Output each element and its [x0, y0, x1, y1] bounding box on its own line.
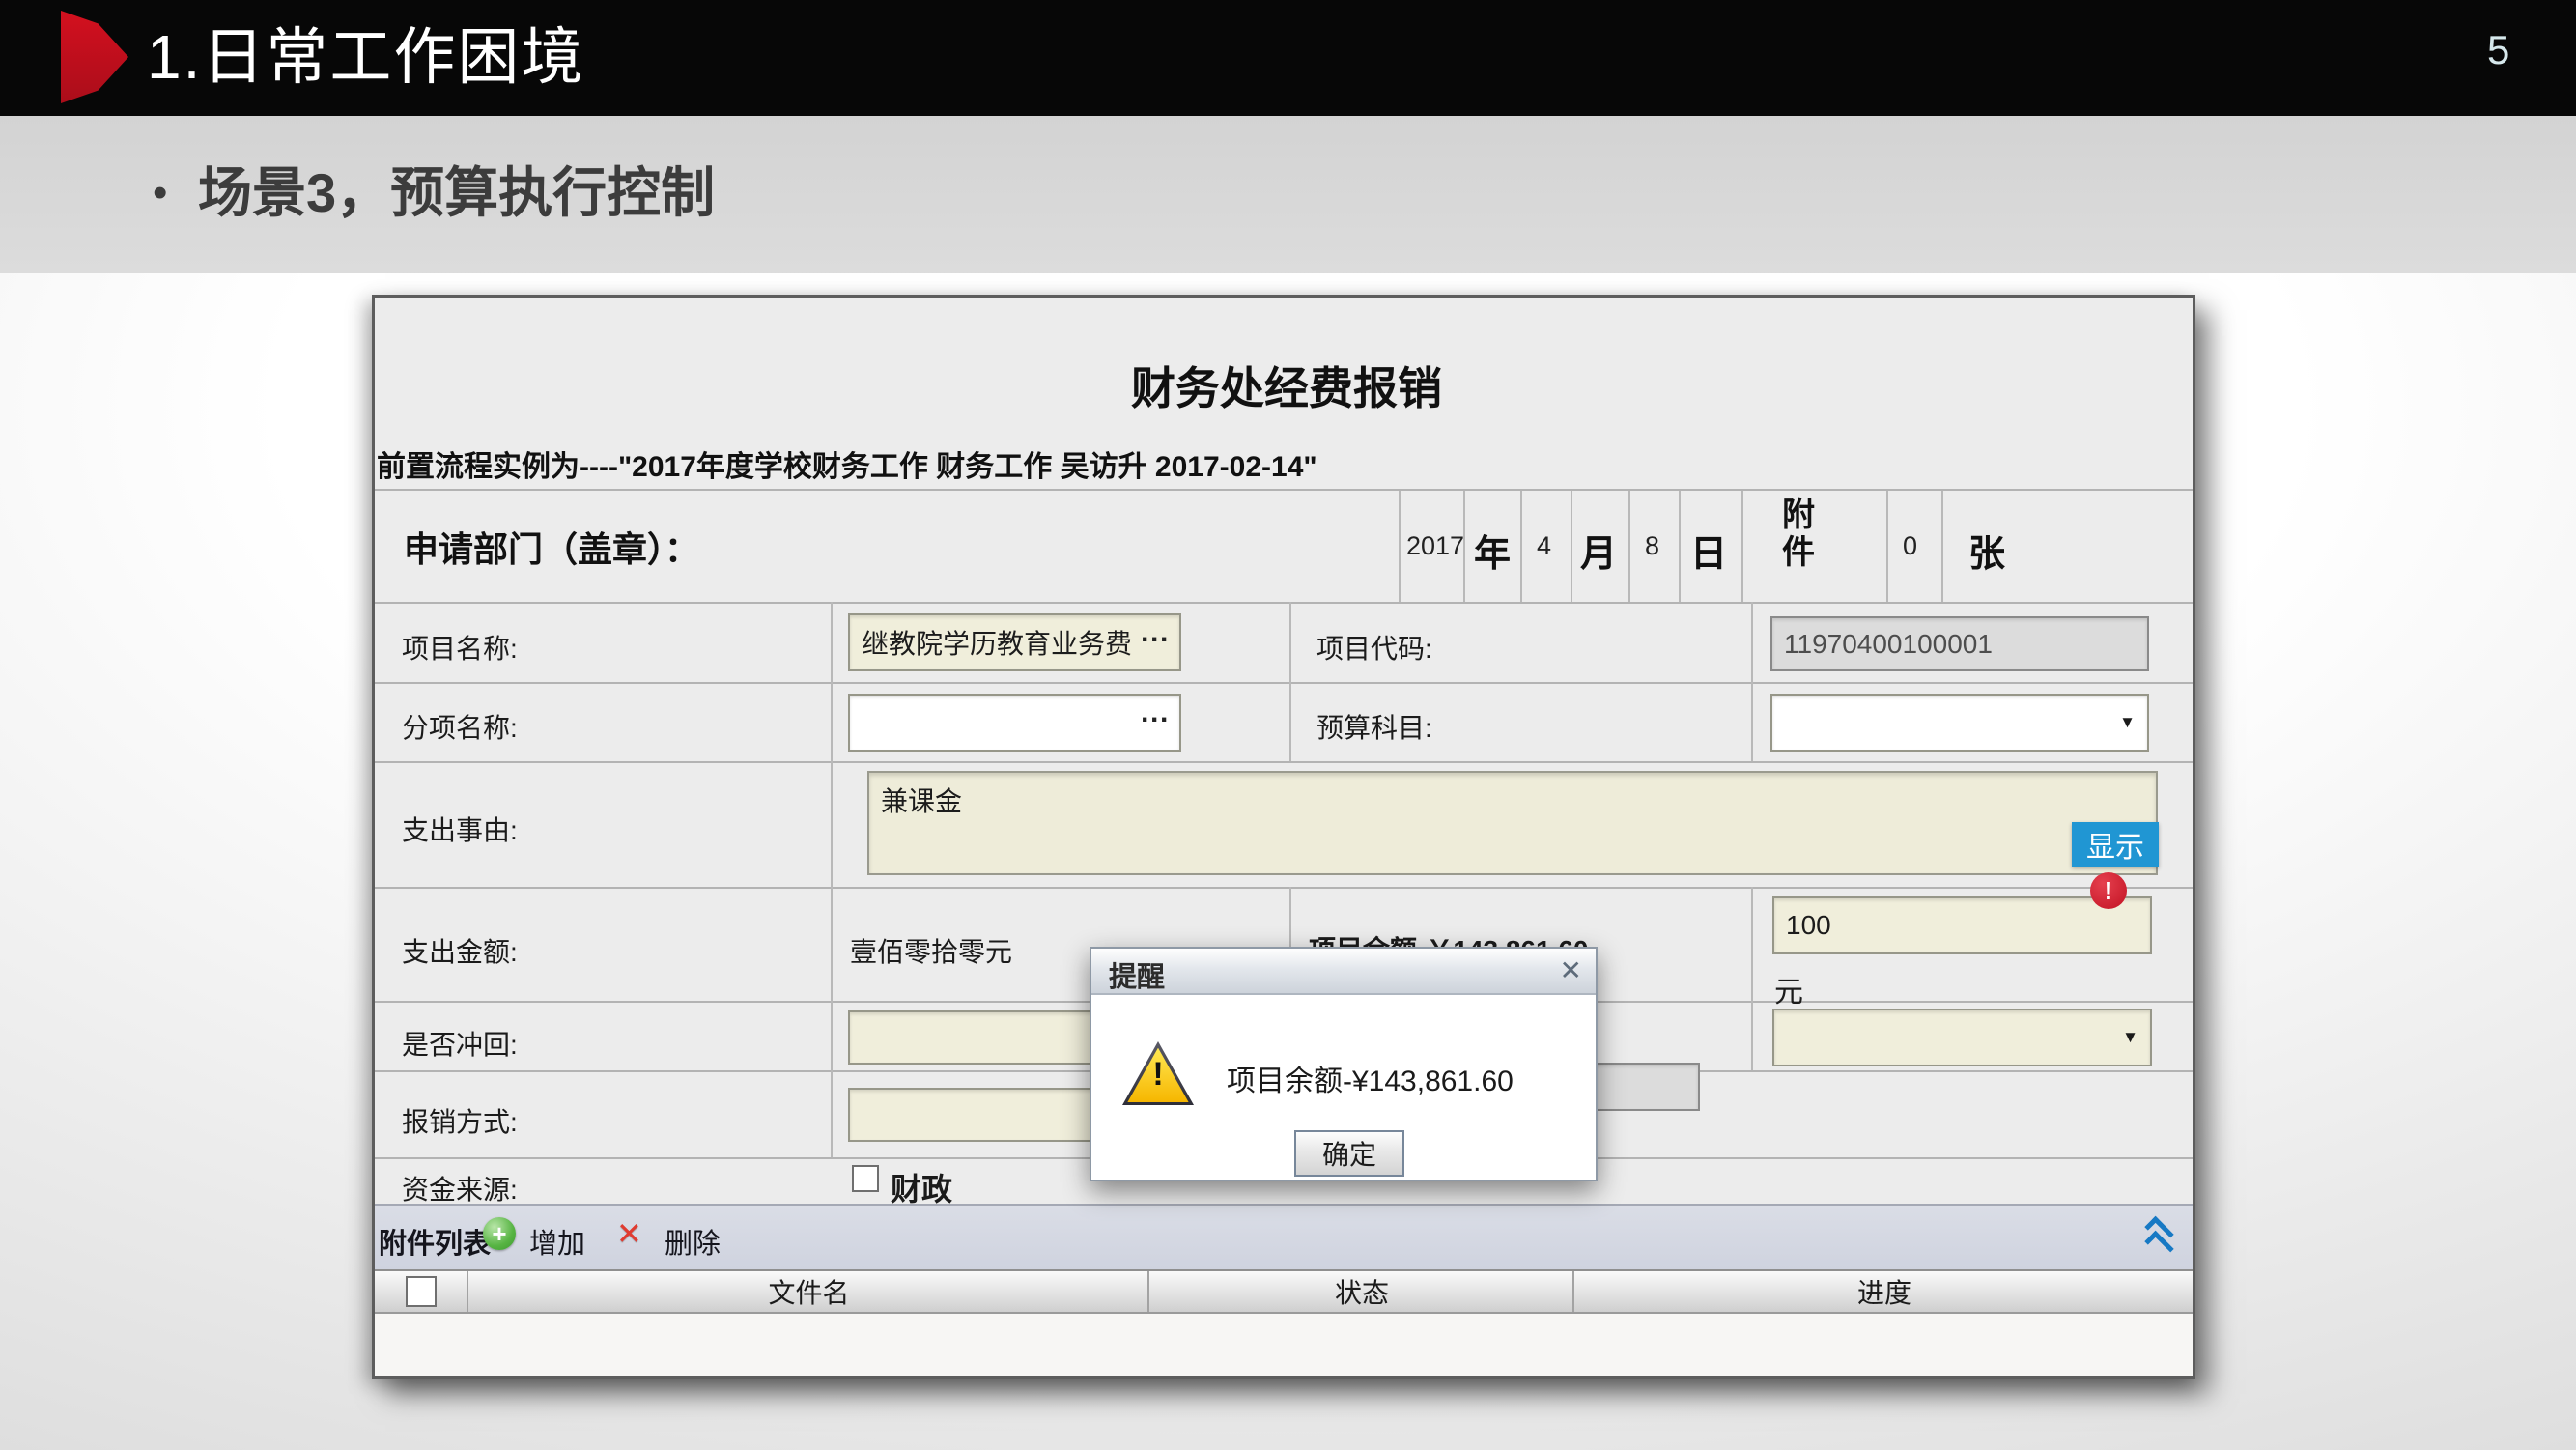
- slide-subtitle: 场景3，预算执行控制: [198, 116, 715, 273]
- project-code-field: [1770, 616, 2149, 671]
- attachments-table-body: [375, 1314, 2193, 1376]
- form-title: 财务处经费报销: [375, 354, 2198, 417]
- divider: [1399, 491, 1401, 602]
- project-code-input: [1782, 618, 2115, 669]
- page-number: 5: [2487, 27, 2509, 73]
- delete-attachment-button[interactable]: 删除: [665, 1221, 721, 1262]
- bullet-glyph: •: [153, 116, 167, 273]
- divider: [1520, 491, 1522, 602]
- divider: [1751, 602, 1753, 761]
- month-unit: 月: [1580, 524, 1617, 577]
- project-code-label: 项目代码:: [1316, 628, 1432, 667]
- divider: [1886, 491, 1888, 602]
- dialog-message: 项目余额-¥143,861.60: [1227, 1057, 1514, 1099]
- divider: [375, 887, 2193, 889]
- budget-subject-dropdown[interactable]: ▼: [1770, 694, 2149, 752]
- select-all-cell: [375, 1271, 467, 1312]
- ellipsis-icon[interactable]: ···: [1141, 703, 1170, 736]
- collapse-icon[interactable]: [2146, 1223, 2172, 1253]
- project-name-label: 项目名称:: [402, 628, 518, 667]
- month-value: 4: [1537, 531, 1551, 561]
- chevron-down-icon[interactable]: ▼: [2122, 1028, 2138, 1047]
- add-icon[interactable]: +: [483, 1217, 516, 1250]
- attachment-count: 0: [1903, 531, 1917, 561]
- column-header-status: 状态: [1147, 1271, 1574, 1312]
- project-name-input[interactable]: [860, 615, 1153, 669]
- warning-icon: !: [1122, 1041, 1194, 1105]
- attachment-unit: 张: [1968, 524, 2005, 577]
- expense-reason-textarea[interactable]: 兼课金: [867, 771, 2158, 875]
- chevron-down-icon[interactable]: ▼: [2119, 713, 2136, 732]
- slide: 1.日常工作困境 5 • 场景3，预算执行控制 财务处经费报销 前置流程实例为-…: [0, 0, 2576, 1450]
- budget-subject-label: 预算科目:: [1316, 707, 1432, 746]
- alert-dialog: 提醒 ✕ ! 项目余额-¥143,861.60 确定: [1090, 947, 1598, 1181]
- slide-title: 1.日常工作困境: [147, 0, 584, 116]
- divider: [375, 682, 2193, 684]
- ellipsis-icon[interactable]: ···: [1141, 623, 1170, 656]
- divider: [1571, 491, 1572, 602]
- pre-process-line: 前置流程实例为----"2017年度学校财务工作 财务工作 吴访升 2017-0…: [377, 442, 1317, 485]
- divider: [375, 761, 2193, 763]
- expense-amount-label: 支出金额:: [402, 931, 518, 970]
- reverse-label: 是否冲回:: [402, 1024, 518, 1063]
- reimbursement-form-window: 财务处经费报销 前置流程实例为----"2017年度学校财务工作 财务工作 吴访…: [372, 295, 2195, 1379]
- select-all-checkbox[interactable]: [406, 1276, 437, 1307]
- close-icon[interactable]: ✕: [1560, 954, 1582, 986]
- amount-input[interactable]: [1784, 898, 2118, 952]
- amount-in-words: 壹佰零拾零元: [850, 931, 1012, 970]
- dialog-title: 提醒: [1109, 954, 1165, 995]
- day-unit: 日: [1690, 524, 1727, 577]
- sub-item-field[interactable]: ···: [848, 694, 1181, 752]
- divider: [1679, 491, 1681, 602]
- column-header-filename: 文件名: [467, 1271, 1149, 1312]
- year-unit: 年: [1474, 524, 1511, 577]
- day-value: 8: [1645, 531, 1659, 561]
- project-name-field[interactable]: ···: [848, 613, 1181, 671]
- expense-reason-label: 支出事由:: [402, 810, 518, 848]
- fund-source-checkbox[interactable]: [852, 1165, 879, 1192]
- add-attachment-button[interactable]: 增加: [529, 1221, 585, 1262]
- show-button[interactable]: 显示: [2072, 822, 2159, 867]
- column-header-progress: 进度: [1572, 1271, 2194, 1312]
- divider: [1289, 602, 1291, 761]
- attachment-label: 附件: [1780, 497, 1817, 572]
- delete-icon[interactable]: ✕: [616, 1215, 642, 1252]
- reverse-dropdown[interactable]: ▼: [1772, 1009, 2152, 1066]
- dialog-title-bar[interactable]: 提醒 ✕: [1091, 949, 1596, 995]
- sub-item-label: 分项名称:: [402, 707, 518, 746]
- amount-unit: 元: [1774, 968, 1803, 1010]
- apply-dept-label: 申请部门（盖章）：: [404, 522, 699, 572]
- divider: [1941, 491, 1943, 602]
- amount-field[interactable]: [1772, 896, 2152, 954]
- attachments-title: 附件列表: [379, 1221, 491, 1262]
- attachments-table-header: 文件名 状态 进度: [375, 1269, 2193, 1314]
- divider: [1628, 491, 1630, 602]
- year-value: 2017: [1406, 531, 1464, 561]
- reimburse-method-label: 报销方式:: [402, 1101, 518, 1140]
- divider: [1751, 887, 1753, 1070]
- divider: [1741, 491, 1743, 602]
- divider: [831, 602, 833, 1157]
- divider: [375, 489, 2193, 491]
- ok-button[interactable]: 确定: [1294, 1130, 1404, 1177]
- attachments-toolbar: [375, 1204, 2193, 1269]
- divider: [375, 602, 2193, 604]
- fund-source-label: 资金来源:: [402, 1169, 518, 1208]
- error-icon: !: [2090, 872, 2127, 909]
